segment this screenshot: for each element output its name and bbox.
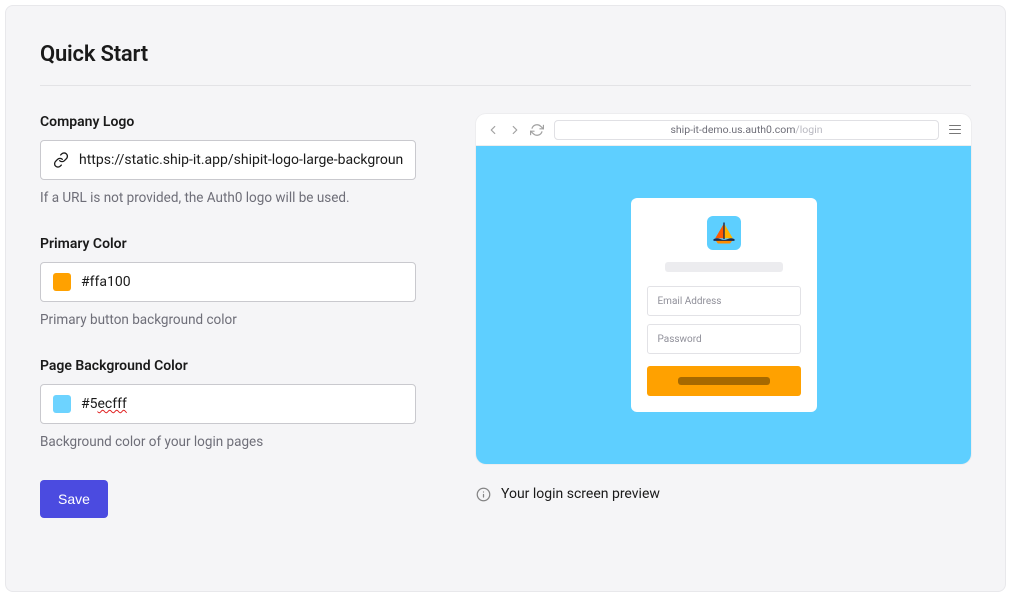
bg-color-prefix: #5 (81, 396, 98, 412)
link-icon (53, 152, 69, 168)
login-button-label-placeholder (678, 377, 770, 385)
quick-start-panel: Quick Start Company Logo If a URL is not… (5, 5, 1006, 592)
preview-toolbar: ship-it-demo.us.auth0.com/login (476, 114, 971, 146)
columns: Company Logo If a URL is not provided, t… (40, 114, 971, 518)
sailboat-icon (710, 219, 738, 247)
url-path: /login (795, 123, 822, 136)
bg-color-input-wrap[interactable]: #5ecfff (40, 384, 416, 424)
refresh-icon[interactable] (530, 123, 544, 137)
preview-body: Email Address Password (476, 146, 971, 464)
bg-color-label: Page Background Color (40, 358, 416, 374)
save-button[interactable]: Save (40, 480, 108, 518)
bg-color-swatch[interactable] (53, 395, 71, 413)
bg-color-marked: ecfff (98, 396, 127, 412)
primary-color-help: Primary button background color (40, 312, 416, 328)
logo-input-wrap[interactable] (40, 140, 416, 180)
primary-color-label: Primary Color (40, 236, 416, 252)
preview-password-input: Password (647, 324, 801, 354)
forward-icon[interactable] (508, 123, 522, 137)
bg-color-input[interactable]: #5ecfff (81, 396, 403, 412)
primary-color-input-wrap[interactable] (40, 262, 416, 302)
menu-icon[interactable] (949, 125, 961, 135)
preview-frame: ship-it-demo.us.auth0.com/login (476, 114, 971, 464)
back-icon[interactable] (486, 123, 500, 137)
logo-field-group: Company Logo If a URL is not provided, t… (40, 114, 416, 206)
preview-caption: Your login screen preview (476, 486, 971, 502)
url-bar[interactable]: ship-it-demo.us.auth0.com/login (554, 120, 939, 140)
preview-caption-text: Your login screen preview (501, 486, 660, 502)
page-title: Quick Start (40, 42, 971, 67)
login-card: Email Address Password (631, 198, 817, 412)
primary-color-input[interactable] (81, 274, 403, 290)
preview-column: ship-it-demo.us.auth0.com/login (476, 114, 971, 518)
logo-label: Company Logo (40, 114, 416, 130)
login-logo (707, 216, 741, 250)
url-host: ship-it-demo.us.auth0.com (670, 123, 795, 136)
logo-input[interactable] (79, 152, 403, 168)
info-icon (476, 487, 491, 502)
title-placeholder (665, 262, 783, 272)
preview-email-input: Email Address (647, 286, 801, 316)
primary-color-swatch[interactable] (53, 273, 71, 291)
bg-color-field-group: Page Background Color #5ecfff Background… (40, 358, 416, 450)
bg-color-help: Background color of your login pages (40, 434, 416, 450)
nav-icons (486, 123, 544, 137)
primary-color-field-group: Primary Color Primary button background … (40, 236, 416, 328)
preview-login-button (647, 366, 801, 396)
settings-form: Company Logo If a URL is not provided, t… (40, 114, 416, 518)
logo-help: If a URL is not provided, the Auth0 logo… (40, 190, 416, 206)
divider (40, 85, 971, 86)
